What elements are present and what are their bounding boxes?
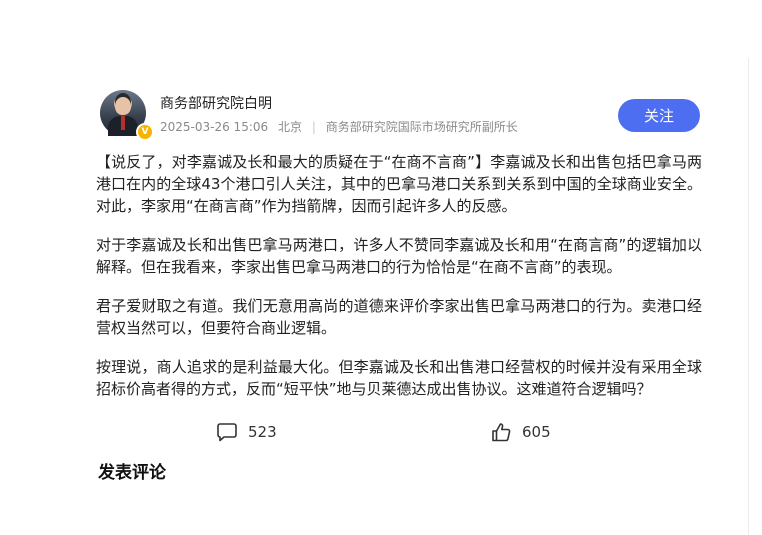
author-name[interactable]: 商务部研究院白明 xyxy=(160,93,272,113)
post-date: 2025-03-26 15:06 xyxy=(160,120,269,134)
meta-separator: | xyxy=(311,120,316,134)
post-actions: 523 605 xyxy=(96,417,702,447)
author-header: V 商务部研究院白明 2025-03-26 15:06 北京 | 商务部研究院国… xyxy=(96,88,702,144)
like-button[interactable]: 605 xyxy=(490,417,551,447)
follow-button[interactable]: 关注 xyxy=(618,99,700,132)
comment-icon xyxy=(216,421,238,443)
post-paragraph-1: 【说反了，对李嘉诚及长和最大的质疑在于“在商不言商”】李嘉诚及长和出售包括巴拿马… xyxy=(96,153,702,215)
page-divider xyxy=(748,58,749,535)
avatar-body xyxy=(108,116,138,136)
like-count: 605 xyxy=(522,423,551,441)
post-content: 【说反了，对李嘉诚及长和最大的质疑在于“在商不言商”】李嘉诚及长和出售包括巴拿马… xyxy=(96,151,702,400)
post-paragraph-2: 对于李嘉诚及长和出售巴拿马两港口，许多人不赞同李嘉诚及长和用“在商言商”的逻辑加… xyxy=(96,236,702,276)
comment-button[interactable]: 523 xyxy=(216,417,277,447)
verified-badge-icon: V xyxy=(136,123,154,141)
post-paragraph-4: 按理说，商人追求的是利益最大化。但李嘉诚及长和出售港口经营权的时候并没有采用全球… xyxy=(96,358,702,398)
post-location: 北京 xyxy=(277,120,302,134)
post-card: V 商务部研究院白明 2025-03-26 15:06 北京 | 商务部研究院国… xyxy=(96,88,702,483)
post-paragraph-3: 君子爱财取之有道。我们无意用高尚的道德来评价李家出售巴拿马两港口的行为。卖港口经… xyxy=(96,297,702,337)
thumbs-up-icon xyxy=(490,421,512,443)
avatar-tie xyxy=(121,116,125,130)
comment-count: 523 xyxy=(248,423,277,441)
author-title: 商务部研究院国际市场研究所副所长 xyxy=(325,120,518,134)
post-meta: 2025-03-26 15:06 北京 | 商务部研究院国际市场研究所副所长 xyxy=(160,118,524,135)
comments-section-title: 发表评论 xyxy=(98,463,166,483)
avatar-head xyxy=(115,97,131,115)
avatar[interactable]: V xyxy=(100,90,154,141)
